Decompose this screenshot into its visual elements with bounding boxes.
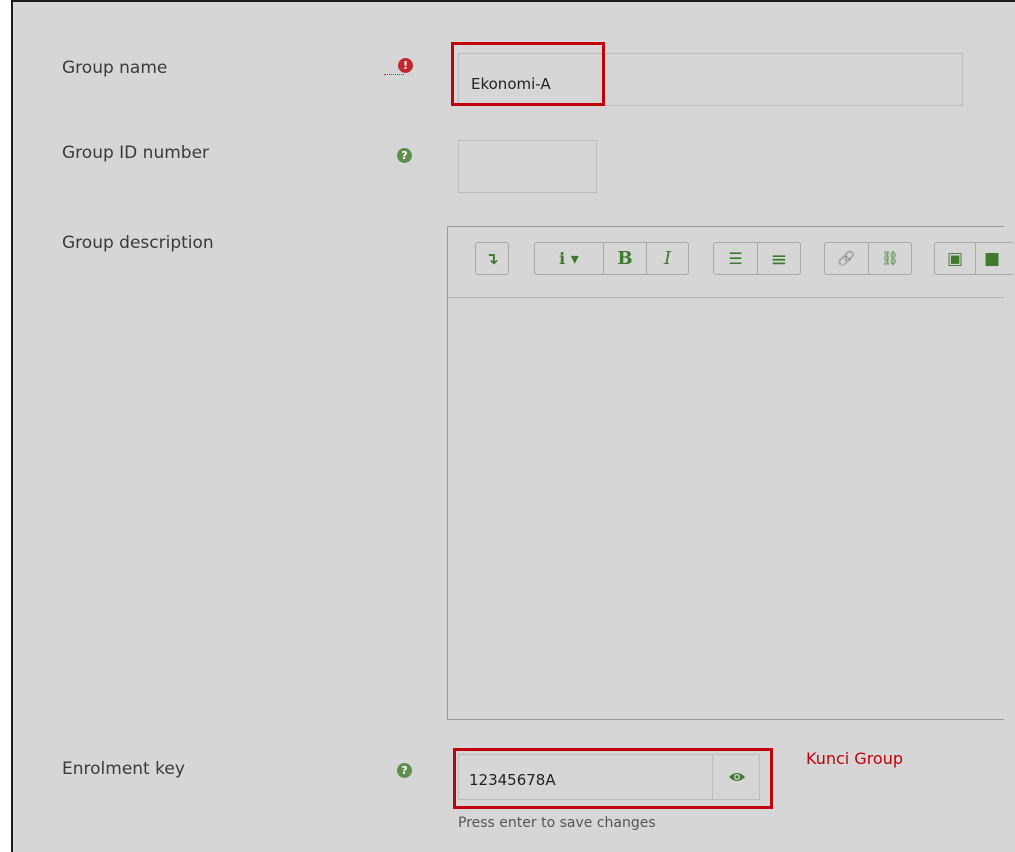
group-name-label: Group name <box>62 58 168 78</box>
required-icon[interactable]: ! <box>398 58 413 73</box>
enrolment-key-label: Enrolment key <box>62 759 185 779</box>
paragraph-style-icon[interactable]: i ▾ <box>535 243 603 274</box>
unlink-icon[interactable]: ⛓ <box>868 243 911 274</box>
group-name-highlight <box>451 42 605 106</box>
enrolment-key-hint: Press enter to save changes <box>458 815 656 831</box>
toolbar-group-1: ↴ <box>475 242 509 275</box>
toolbar-group-2: i ▾ B I <box>534 242 689 275</box>
group-id-label: Group ID number <box>62 143 210 163</box>
link-icon[interactable]: 🔗 <box>825 243 868 274</box>
toolbar-group-4: 🔗 ⛓ <box>824 242 912 275</box>
italic-icon[interactable]: I <box>646 243 688 274</box>
media-icon[interactable]: ■ <box>975 243 1005 274</box>
enrolment-key-highlight <box>453 748 773 809</box>
description-editor[interactable]: ↴ i ▾ B I ☰ ≡ 🔗 ⛓ ▣ ■ <box>447 226 1014 720</box>
image-icon[interactable]: ▣ <box>935 243 975 274</box>
bold-icon[interactable]: B <box>603 243 646 274</box>
help-icon[interactable]: ? <box>397 148 412 163</box>
toolbar-group-3: ☰ ≡ <box>713 242 801 275</box>
ordered-list-icon[interactable]: ≡ <box>757 243 800 274</box>
collapse-icon[interactable]: ↴ <box>476 243 508 274</box>
unordered-list-icon[interactable]: ☰ <box>714 243 757 274</box>
group-id-input[interactable] <box>458 140 597 193</box>
annotation-kunci-group: Kunci Group <box>806 749 904 768</box>
editor-toolbar: ↴ i ▾ B I ☰ ≡ 🔗 ⛓ ▣ ■ <box>448 227 1014 298</box>
group-description-label: Group description <box>62 233 214 253</box>
required-underline <box>384 74 404 75</box>
help-icon[interactable]: ? <box>397 763 412 778</box>
toolbar-group-5: ▣ ■ <box>934 242 1014 275</box>
